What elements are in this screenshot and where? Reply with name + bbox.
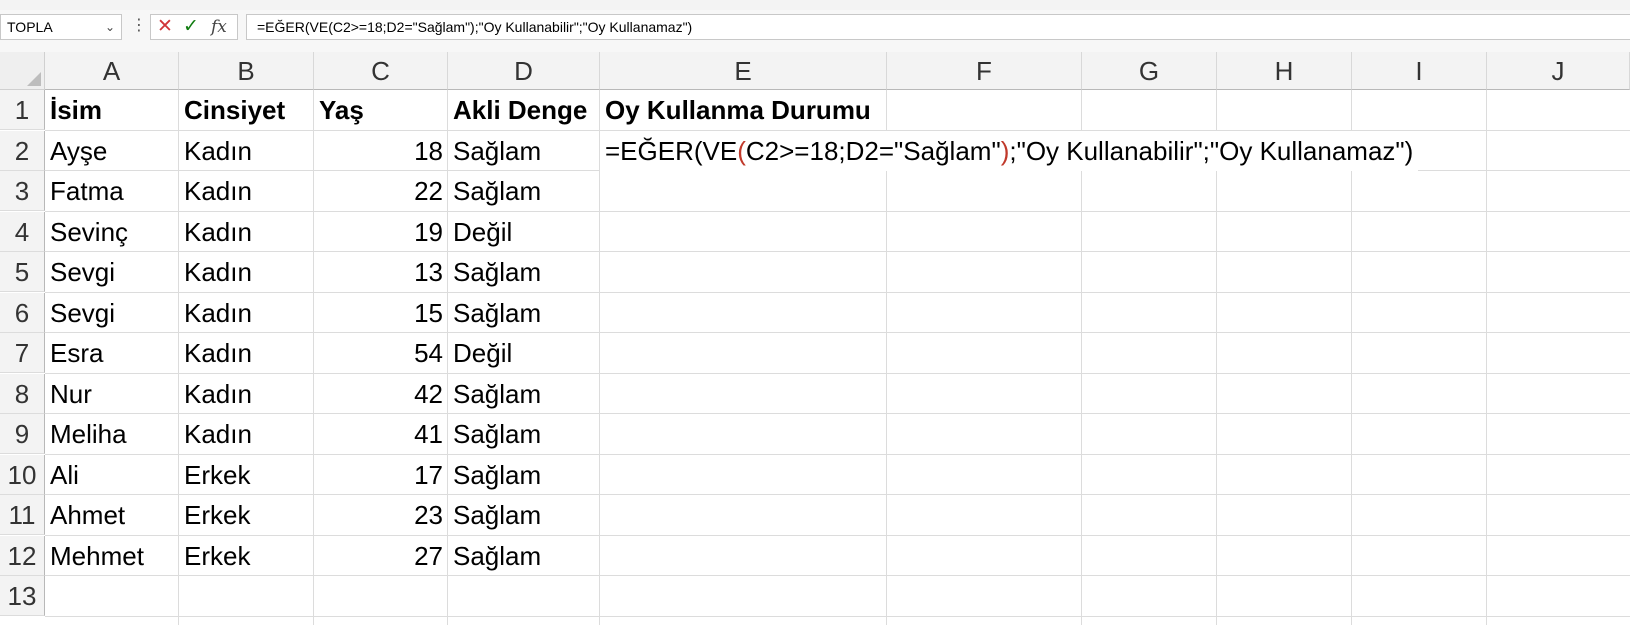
cell-c9[interactable]: 41 [314,414,448,454]
cell-d5[interactable]: Sağlam [448,252,600,292]
row-header-8[interactable]: 8 [0,373,45,414]
cell-a4[interactable]: Sevinç [45,212,179,252]
cell-a3[interactable]: Fatma [45,171,179,211]
cell-a6[interactable]: Sevgi [45,293,179,333]
formula-buttons: ✕ ✓ fx [150,14,238,40]
cancel-icon[interactable]: ✕ [157,16,173,38]
col-header-g[interactable]: G [1082,52,1217,90]
row-header-9[interactable]: 9 [0,414,45,454]
row-header-7[interactable]: 7 [0,333,45,373]
row-header-3[interactable]: 3 [0,171,45,211]
row-header-11[interactable]: 11 [0,495,45,535]
chevron-down-icon[interactable]: ⌄ [105,15,115,39]
cell-b5[interactable]: Kadın [179,252,314,292]
col-header-d[interactable]: D [448,52,600,90]
cell-c11[interactable]: 23 [314,495,448,535]
cell-c8[interactable]: 42 [314,374,448,414]
cell-a2[interactable]: Ayşe [45,131,179,171]
col-header-a[interactable]: A [45,52,179,90]
cell-a7[interactable]: Esra [45,333,179,373]
cell-d7[interactable]: Değil [448,333,600,373]
cell-b12[interactable]: Erkek [179,536,314,576]
row-header-13[interactable]: 13 [0,576,45,616]
cell-d12[interactable]: Sağlam [448,536,600,576]
row-header-5[interactable]: 5 [0,252,45,292]
row-header-10[interactable]: 10 [0,454,45,495]
cell-c5[interactable]: 13 [314,252,448,292]
cell-d3[interactable]: Sağlam [448,171,600,211]
cell-d8[interactable]: Sağlam [448,374,600,414]
cell-c10[interactable]: 17 [314,455,448,495]
cell-c7[interactable]: 54 [314,333,448,373]
cell-a12[interactable]: Mehmet [45,536,179,576]
cell-b8[interactable]: Kadın [179,374,314,414]
col-header-e[interactable]: E [600,52,887,90]
header-cell-b[interactable]: Cinsiyet [179,90,314,130]
gridline-horizontal [45,616,1630,617]
row-header-2[interactable]: 2 [0,130,45,171]
edit-formula-part3: ;"Oy Kullanabilir";"Oy Kullanamaz") [1009,135,1414,166]
col-header-h[interactable]: H [1217,52,1352,90]
cell-b4[interactable]: Kadın [179,212,314,252]
col-header-j[interactable]: J [1487,52,1630,90]
cell-d6[interactable]: Sağlam [448,293,600,333]
col-header-f[interactable]: F [887,52,1082,90]
cell-d10[interactable]: Sağlam [448,455,600,495]
cell-d2[interactable]: Sağlam [448,131,600,171]
header-cell-a[interactable]: İsim [45,90,179,130]
row-header-6[interactable]: 6 [0,292,45,333]
col-header-c[interactable]: C [314,52,448,90]
more-options-icon[interactable]: ⋮ [131,15,147,37]
col-header-i[interactable]: I [1352,52,1487,90]
name-box-value: TOPLA [7,19,53,35]
cell-b10[interactable]: Erkek [179,455,314,495]
enter-icon[interactable]: ✓ [183,16,199,38]
cell-E2-editing[interactable]: =EĞER(VE(C2>=18;D2="Sağlam");"Oy Kullana… [600,130,1419,171]
col-header-b[interactable]: B [179,52,314,90]
insert-function-icon[interactable]: fx [211,16,227,38]
cell-d4[interactable]: Değil [448,212,600,252]
formula-input[interactable]: =EĞER(VE(C2>=18;D2="Sağlam");"Oy Kullana… [246,14,1630,40]
edit-formula-part2: C2>=18;D2="Sağlam" [745,135,1001,166]
cell-a10[interactable]: Ali [45,455,179,495]
row-header-4[interactable]: 4 [0,211,45,252]
cell-a9[interactable]: Meliha [45,414,179,454]
cell-c12[interactable]: 27 [314,536,448,576]
select-all-corner[interactable] [0,52,45,90]
cell-b3[interactable]: Kadın [179,171,314,211]
name-box[interactable]: TOPLA ⌄ [0,14,122,40]
cell-d9[interactable]: Sağlam [448,414,600,454]
cell-c6[interactable]: 15 [314,293,448,333]
cell-b2[interactable]: Kadın [179,131,314,171]
cell-d11[interactable]: Sağlam [448,495,600,535]
row-header-12[interactable]: 12 [0,535,45,576]
edit-formula-part1: =EĞER(VE [605,135,738,166]
header-cell-e[interactable]: Oy Kullanma Durumu [600,90,1000,130]
edit-formula-open-paren: ( [737,135,746,166]
row-header-1[interactable]: 1 [0,90,45,130]
header-cell-d[interactable]: Akli Denge [448,90,600,130]
cell-c3[interactable]: 22 [314,171,448,211]
cell-a8[interactable]: Nur [45,374,179,414]
cell-c2[interactable]: 18 [314,131,448,171]
cell-b6[interactable]: Kadın [179,293,314,333]
cell-b9[interactable]: Kadın [179,414,314,454]
cell-b11[interactable]: Erkek [179,495,314,535]
cell-b7[interactable]: Kadın [179,333,314,373]
cell-a5[interactable]: Sevgi [45,252,179,292]
header-cell-c[interactable]: Yaş [314,90,448,130]
cell-c4[interactable]: 19 [314,212,448,252]
cell-a11[interactable]: Ahmet [45,495,179,535]
